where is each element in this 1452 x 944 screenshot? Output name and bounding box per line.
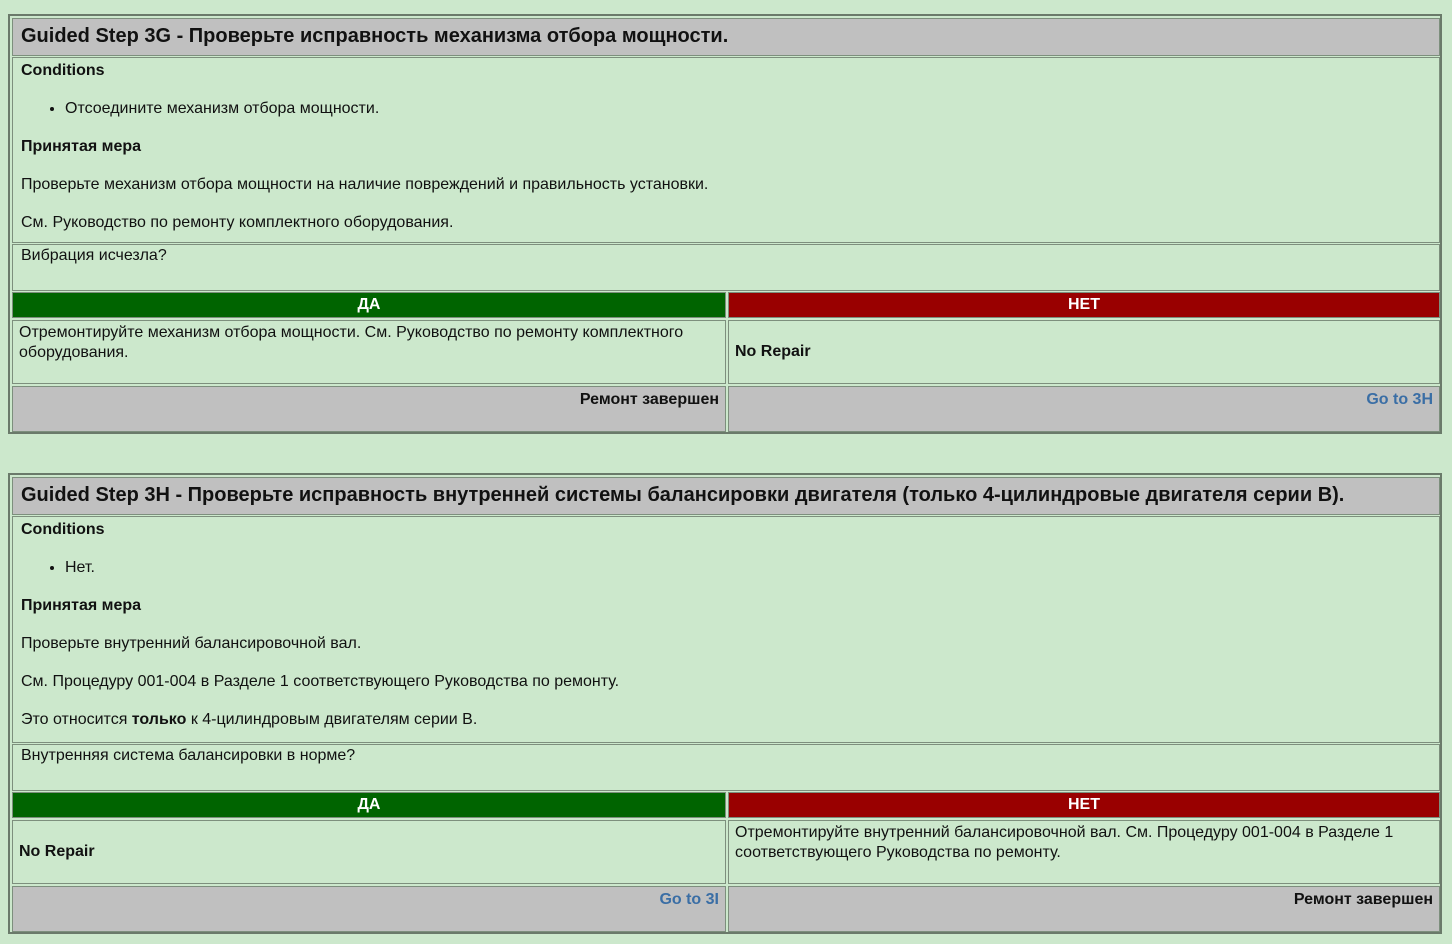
no-header: НЕТ [728, 292, 1440, 318]
repair-complete-label: Ремонт завершен [1293, 891, 1433, 908]
action-text: Проверьте механизм отбора мощности на на… [21, 176, 709, 193]
conditions-label: Conditions [21, 62, 105, 79]
guided-step-3g: Guided Step 3G - Проверьте исправность м… [8, 14, 1442, 434]
action-label: Принятая мера [21, 138, 142, 155]
step-body: Conditions Отсоедините механизм отбора м… [12, 57, 1440, 243]
conditions-label: Conditions [21, 521, 105, 538]
goto-3i-link[interactable]: Go to 3I [659, 891, 719, 908]
step-title: Guided Step 3G - Проверьте исправность м… [12, 18, 1440, 56]
yes-header: ДА [12, 792, 726, 818]
question-text: Внутренняя система балансировки в норме? [21, 747, 356, 764]
step-body: Conditions Нет. Принятая мера Проверьте … [12, 516, 1440, 743]
action-text: Это относится только к 4-цилиндровым дви… [21, 711, 478, 728]
action-label: Принятая мера [21, 597, 142, 614]
no-footer: Ремонт завершен [728, 886, 1440, 932]
question-cell: Вибрация исчезла? [12, 244, 1440, 291]
question-cell: Внутренняя система балансировки в норме? [12, 744, 1440, 791]
repair-complete-label: Ремонт завершен [579, 391, 719, 408]
guided-step-3h: Guided Step 3H - Проверьте исправность в… [8, 473, 1442, 934]
action-text: См. Руководство по ремонту комплектного … [21, 214, 454, 231]
no-header: НЕТ [728, 792, 1440, 818]
yes-result: No Repair [12, 820, 726, 884]
yes-footer: Go to 3I [12, 886, 726, 932]
list-item: Отсоедините механизм отбора мощности. [65, 100, 1431, 118]
no-footer: Go to 3H [728, 386, 1440, 432]
conditions-list: Нет. [21, 559, 1431, 577]
action-text: Проверьте внутренний балансировочной вал… [21, 635, 362, 652]
yes-header: ДА [12, 292, 726, 318]
goto-3h-link[interactable]: Go to 3H [1366, 391, 1433, 408]
conditions-list: Отсоедините механизм отбора мощности. [21, 100, 1431, 118]
list-item: Нет. [65, 559, 1431, 577]
yes-result: Отремонтируйте механизм отбора мощности.… [12, 320, 726, 384]
step-title: Guided Step 3H - Проверьте исправность в… [12, 477, 1440, 515]
no-result: No Repair [728, 320, 1440, 384]
question-text: Вибрация исчезла? [21, 247, 167, 264]
yes-footer: Ремонт завершен [12, 386, 726, 432]
no-result: Отремонтируйте внутренний балансировочно… [728, 820, 1440, 884]
action-text: См. Процедуру 001-004 в Разделе 1 соотве… [21, 673, 620, 690]
